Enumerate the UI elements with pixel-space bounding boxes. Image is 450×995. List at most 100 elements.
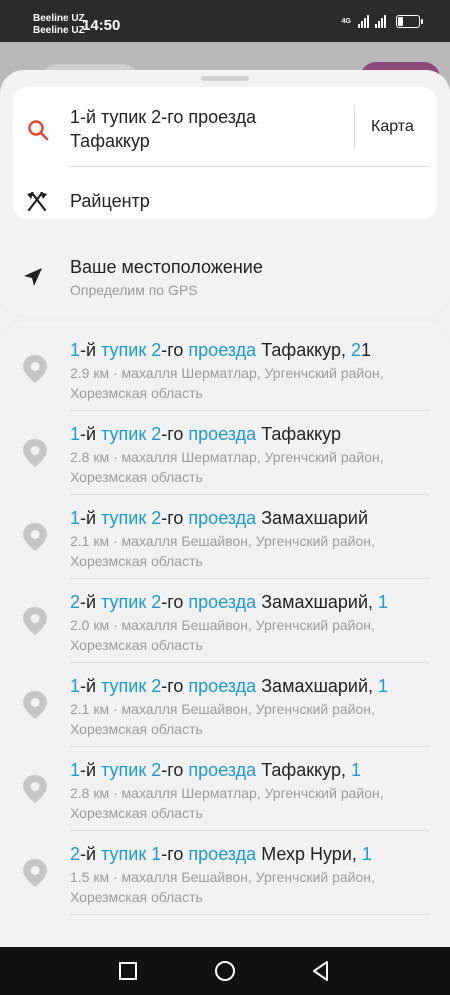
destination-field[interactable]: Райцентр [70, 191, 150, 212]
system-navigation-bar [0, 947, 450, 995]
list-item[interactable]: 2-й тупик 2-го проезда Замахшарий, 1 2.0 … [0, 579, 450, 663]
map-pin-icon [23, 523, 47, 551]
result-title: 1-й тупик 2-го проезда Замахшарий, 1 [70, 675, 445, 697]
list-item[interactable]: 1-й тупик 2-го проезда Замахшарий 2.1 км … [0, 495, 450, 579]
status-icons: 4G [342, 14, 423, 28]
search-input[interactable]: 1-й тупик 2-го проезда Тафаккур [70, 105, 340, 153]
signal-icon [358, 14, 369, 28]
title-text: -го [161, 760, 189, 780]
highlighted-text: 2 [151, 676, 162, 696]
title-text: Тафаккур, [256, 340, 351, 360]
title-text: -й [80, 760, 102, 780]
highlighted-text: 2 [151, 508, 162, 528]
result-address: 2.9 км · махалля Шерматлар, Ургенчский р… [70, 365, 384, 401]
title-text: Тафаккур [256, 424, 341, 444]
title-text: -го [161, 592, 189, 612]
result-address: 1.5 км · махалля Бешайвон, Ургенчский ра… [70, 869, 375, 905]
highlighted-text: проезда [188, 424, 257, 444]
clock: 14:50 [82, 17, 121, 34]
highlighted-text: 1 [70, 508, 81, 528]
signal-icon [375, 14, 386, 28]
result-address: 2.8 км · махалля Шерматлар, Ургенчский р… [70, 785, 384, 821]
highlighted-text: 2 [151, 592, 162, 612]
title-text: -й [80, 508, 102, 528]
highlighted-text: 1 [378, 676, 389, 696]
divider [70, 166, 430, 167]
map-pin-icon [23, 691, 47, 719]
highlighted-text: 1 [70, 676, 81, 696]
result-title: 1-й тупик 2-го проезда Тафаккур [70, 423, 445, 445]
highlighted-text: 2 [350, 340, 361, 360]
title-text: Замахшарий, [256, 592, 379, 612]
title-text: Мехр Нури, [256, 844, 362, 864]
title-text: -го [161, 676, 189, 696]
highlighted-text: проезда [188, 340, 257, 360]
title-text: Тафаккур, [256, 760, 351, 780]
highlighted-text: проезда [188, 844, 257, 864]
triangle-back-icon[interactable] [309, 959, 333, 983]
highlighted-text: тупик [101, 340, 147, 360]
square-icon[interactable] [116, 959, 140, 983]
title-text: 1 [360, 340, 371, 360]
result-title: 1-й тупик 2-го проезда Тафаккур, 21 [70, 339, 445, 361]
result-title: 2-й тупик 1-го проезда Мехр Нури, 1 [70, 843, 445, 865]
battery-icon [396, 14, 423, 28]
location-arrow-icon [24, 268, 42, 286]
map-pin-icon [23, 859, 47, 887]
highlighted-text: 2 [151, 424, 162, 444]
status-bar: Beeline UZ Beeline UZ 14:50 4G [0, 0, 450, 42]
map-pin-icon [23, 775, 47, 803]
highlighted-text: 1 [70, 760, 81, 780]
list-item[interactable]: 1-й тупик 2-го проезда Тафаккур, 1 2.8 км… [0, 747, 450, 831]
highlighted-text: 2 [151, 760, 162, 780]
highlighted-text: 1 [70, 340, 81, 360]
title-text: -го [161, 424, 189, 444]
crossed-flags-icon [27, 191, 47, 212]
highlighted-text: 1 [151, 844, 162, 864]
highlighted-text: 2 [151, 340, 162, 360]
highlighted-text: 2 [70, 592, 81, 612]
title-text: Замахшарий [256, 508, 369, 528]
title-text: -го [161, 844, 189, 864]
drag-handle[interactable] [201, 76, 249, 81]
result-address: 2.0 км · махалля Бешайвон, Ургенчский ра… [70, 617, 375, 653]
title-text: -го [161, 340, 189, 360]
results-list: 1-й тупик 2-го проезда Тафаккур, 21 2.9 к… [0, 322, 450, 947]
result-address: 2.1 км · махалля Бешайвон, Ургенчский ра… [70, 701, 375, 737]
map-pin-icon [23, 607, 47, 635]
highlighted-text: тупик [101, 424, 147, 444]
title-text: -й [80, 592, 102, 612]
list-item[interactable]: 1-й тупик 2-го проезда Замахшарий, 1 2.1 … [0, 663, 450, 747]
highlighted-text: 1 [70, 424, 81, 444]
title-text: -й [80, 424, 102, 444]
route-sheet: 1-й тупик 2-го проезда Тафаккур Карта Ра… [0, 70, 450, 315]
map-button[interactable]: Карта [371, 118, 414, 136]
divider [354, 105, 355, 149]
title-text: Замахшарий, [256, 676, 379, 696]
my-location-title[interactable]: Ваше местоположение [70, 257, 263, 278]
list-item[interactable]: 2-й тупик 1-го проезда Мехр Нури, 1 1.5 к… [0, 831, 450, 915]
carrier-1: Beeline UZ [33, 13, 85, 24]
result-title: 1-й тупик 2-го проезда Тафаккур, 1 [70, 759, 445, 781]
circle-icon[interactable] [213, 959, 237, 983]
highlighted-text: 2 [70, 844, 81, 864]
highlighted-text: тупик [101, 760, 147, 780]
divider [70, 914, 430, 915]
list-item[interactable]: 1-й тупик 2-го проезда Тафаккур, 21 2.9 к… [0, 327, 450, 411]
my-location-subtitle: Определим по GPS [70, 282, 198, 298]
result-title: 1-й тупик 2-го проезда Замахшарий [70, 507, 445, 529]
carrier-names: Beeline UZ Beeline UZ [33, 13, 85, 37]
list-item[interactable]: 1-й тупик 2-го проезда Тафаккур 2.8 км · … [0, 411, 450, 495]
highlighted-text: 1 [378, 592, 389, 612]
search-card: 1-й тупик 2-го проезда Тафаккур Карта Ра… [13, 87, 437, 219]
title-text: -й [80, 676, 102, 696]
highlighted-text: проезда [188, 760, 257, 780]
highlighted-text: 1 [350, 760, 361, 780]
map-pin-icon [23, 355, 47, 383]
result-address: 2.1 км · махалля Бешайвон, Ургенчский ра… [70, 533, 375, 569]
highlighted-text: проезда [188, 592, 257, 612]
map-pin-icon [23, 439, 47, 467]
title-text: -й [80, 844, 102, 864]
title-text: -й [80, 340, 102, 360]
highlighted-text: 1 [361, 844, 372, 864]
